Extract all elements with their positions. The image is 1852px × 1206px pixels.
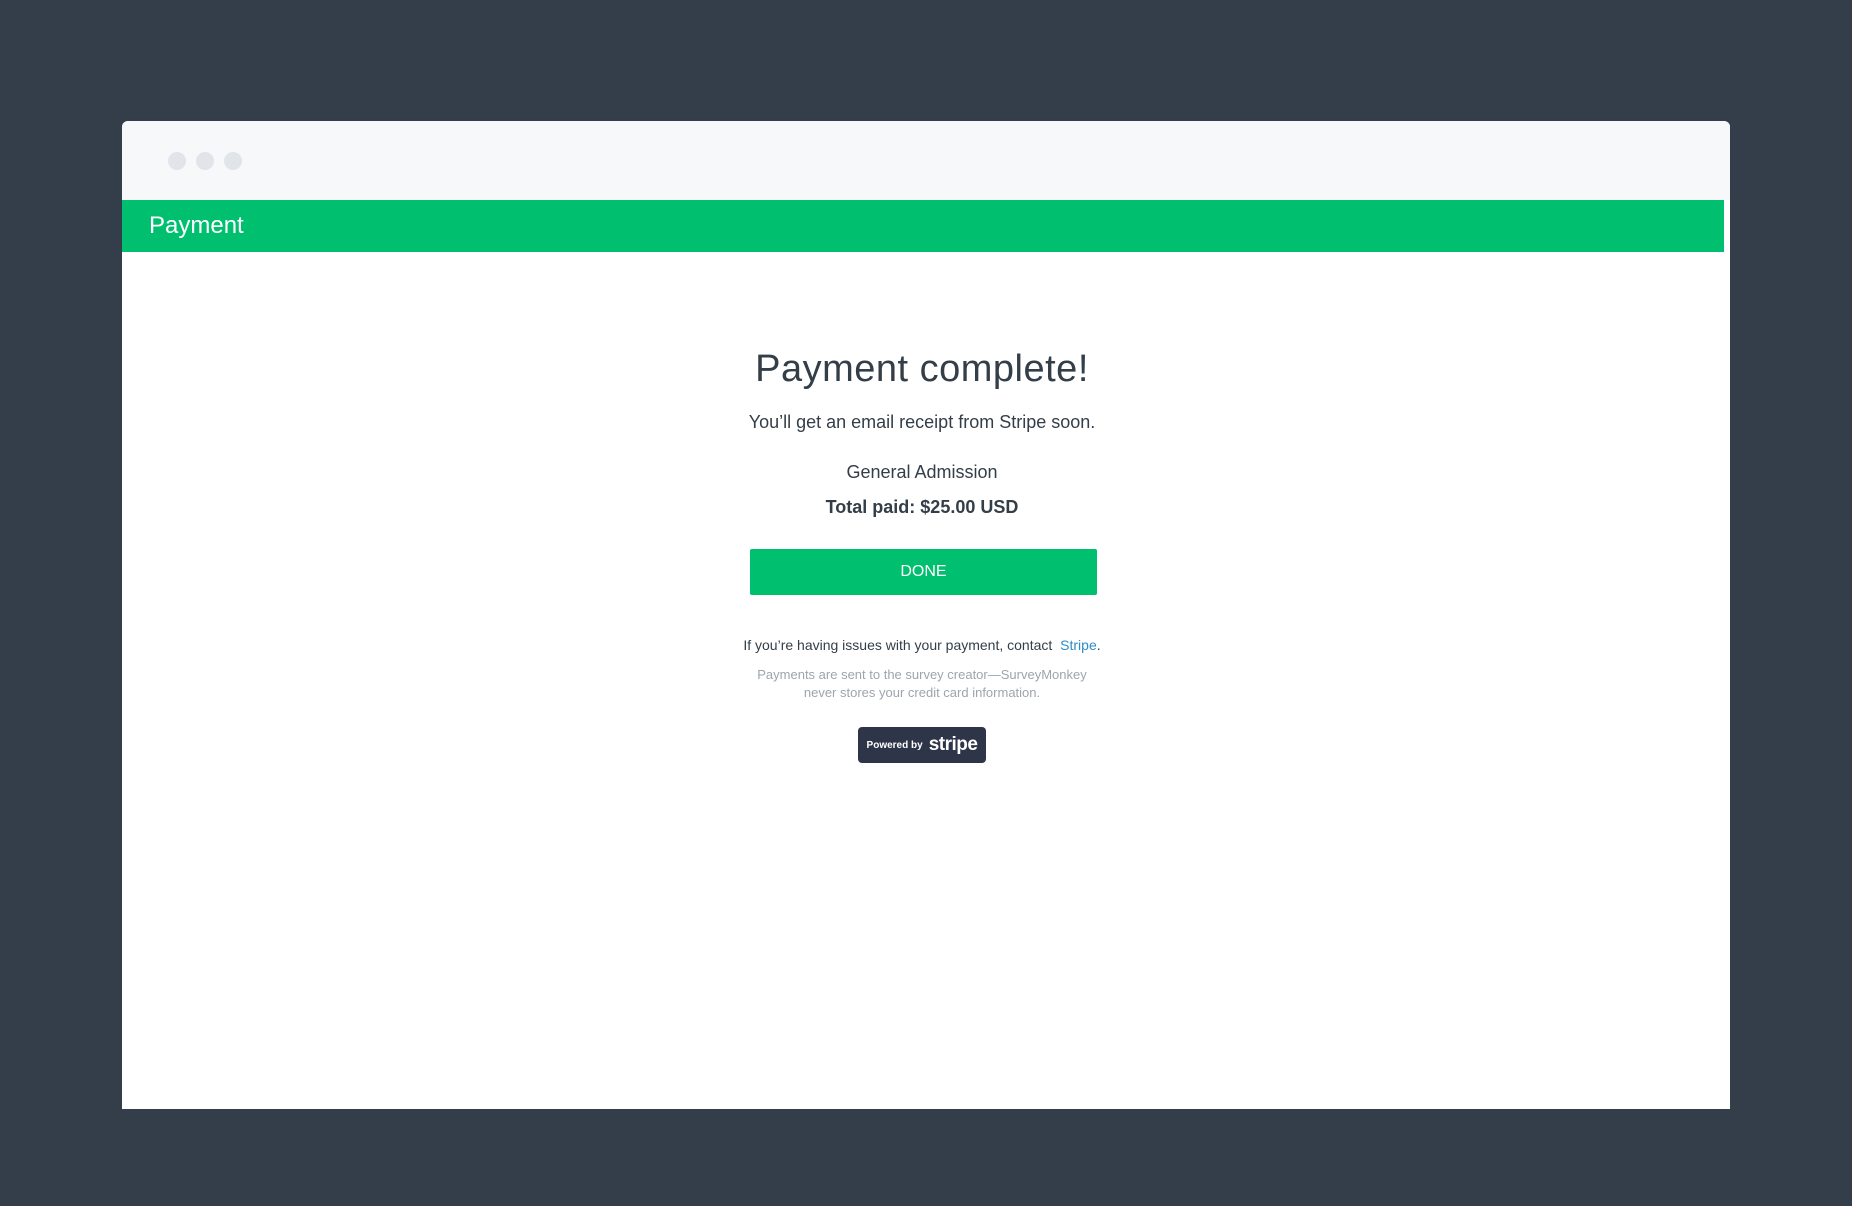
maximize-window-dot[interactable]	[224, 152, 242, 170]
contact-suffix: .	[1096, 637, 1101, 653]
done-button[interactable]: DONE	[750, 549, 1097, 595]
browser-chrome-bar	[122, 121, 1730, 200]
payment-disclaimer: Payments are sent to the survey creator—…	[122, 666, 1722, 702]
payment-header: Payment	[122, 200, 1724, 252]
total-paid: Total paid: $25.00 USD	[825, 497, 1019, 517]
minimize-window-dot[interactable]	[196, 152, 214, 170]
disclaimer-line-2: never stores your credit card informatio…	[803, 685, 1041, 700]
powered-by-label: Powered by	[866, 739, 923, 751]
stripe-logo: stripe	[928, 734, 978, 755]
stripe-contact-link[interactable]: Stripe	[1060, 637, 1097, 653]
powered-by-stripe-badge[interactable]: Powered by stripe	[858, 727, 986, 763]
payment-content: Payment complete! You’ll get an email re…	[122, 252, 1730, 1109]
page-title: Payment complete!	[755, 348, 1089, 390]
window-controls	[168, 152, 242, 170]
browser-window: Payment Payment complete! You’ll get an …	[122, 121, 1730, 1109]
header-title: Payment	[149, 212, 244, 239]
contact-text: If you’re having issues with your paymen…	[743, 637, 1053, 653]
close-window-dot[interactable]	[168, 152, 186, 170]
contact-line: If you’re having issues with your paymen…	[122, 637, 1722, 653]
item-name: General Admission	[846, 462, 998, 482]
disclaimer-line-1: Payments are sent to the survey creator—…	[757, 667, 1087, 682]
receipt-message: You’ll get an email receipt from Stripe …	[748, 412, 1096, 432]
